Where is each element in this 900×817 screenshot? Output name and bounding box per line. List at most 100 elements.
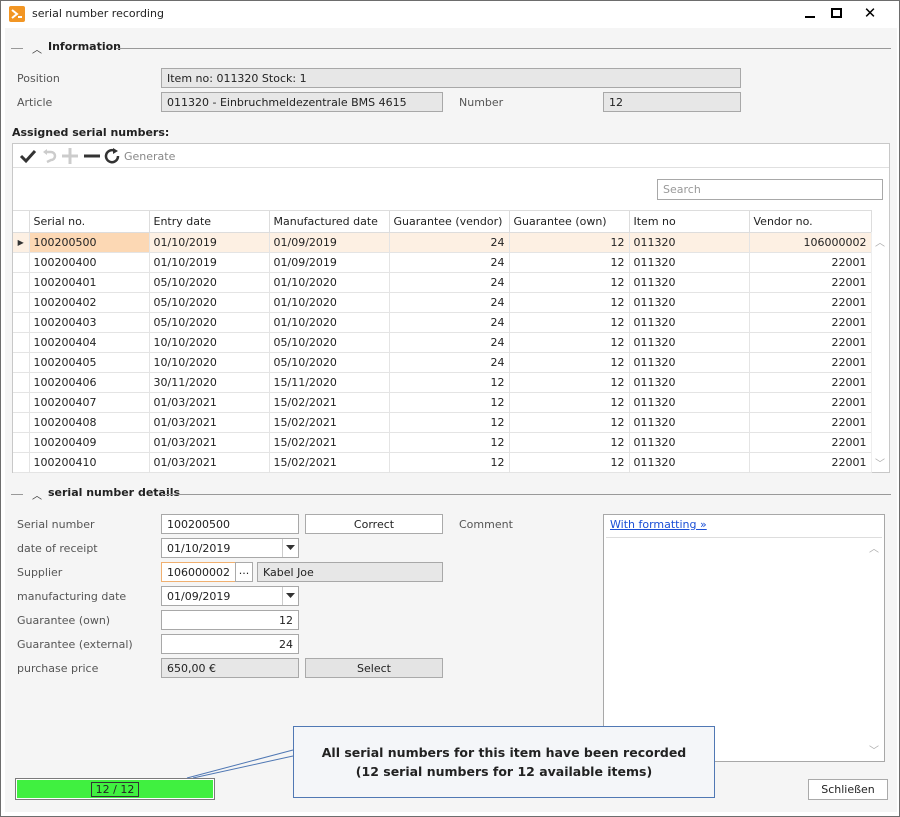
- search-input[interactable]: Search: [657, 179, 883, 200]
- table-cell[interactable]: 22001: [749, 352, 872, 373]
- table-cell[interactable]: 106000002: [749, 232, 872, 253]
- scroll-down-icon[interactable]: ﹀: [869, 742, 879, 757]
- table-row[interactable]: 100200408 01/03/2021 15/02/2021 12 12 011320 2…: [13, 412, 872, 433]
- table-cell[interactable]: 12: [389, 452, 510, 473]
- minimize-button[interactable]: [797, 3, 823, 23]
- table-row[interactable]: 100200405 10/10/2020 05/10/2020 24 12 011320 2…: [13, 352, 872, 373]
- table-cell[interactable]: 22001: [749, 412, 872, 433]
- table-cell[interactable]: 12: [389, 432, 510, 453]
- table-cell[interactable]: 24: [389, 272, 510, 293]
- table-cell[interactable]: 12: [509, 232, 630, 253]
- table-cell[interactable]: 01/10/2020: [269, 272, 390, 293]
- receipt-date-dropdown[interactable]: [282, 539, 298, 557]
- table-cell[interactable]: 100200401: [29, 272, 150, 293]
- table-cell[interactable]: 22001: [749, 432, 872, 453]
- add-button[interactable]: [61, 147, 79, 165]
- table-cell[interactable]: 22001: [749, 372, 872, 393]
- table-cell[interactable]: 01/03/2021: [149, 432, 270, 453]
- table-cell[interactable]: 01/10/2019: [149, 232, 270, 253]
- comment-editor[interactable]: With formatting » ︿ ﹀: [603, 514, 885, 762]
- table-cell[interactable]: 011320: [629, 292, 750, 313]
- column-header[interactable]: Guarantee (own): [509, 210, 630, 233]
- table-cell[interactable]: 12: [509, 412, 630, 433]
- table-cell[interactable]: 01/09/2019: [269, 252, 390, 273]
- table-cell[interactable]: 10/10/2020: [149, 352, 270, 373]
- column-header[interactable]: Entry date: [149, 210, 270, 233]
- table-cell[interactable]: 011320: [629, 432, 750, 453]
- information-section-header[interactable]: ︿ Information: [11, 40, 891, 56]
- table-cell[interactable]: 24: [389, 352, 510, 373]
- table-cell[interactable]: 24: [389, 332, 510, 353]
- table-cell[interactable]: 011320: [629, 352, 750, 373]
- scroll-up-icon[interactable]: ︿: [875, 234, 885, 249]
- serial-number-input[interactable]: 100200500: [161, 514, 299, 534]
- table-cell[interactable]: 011320: [629, 372, 750, 393]
- table-cell[interactable]: 15/02/2021: [269, 412, 390, 433]
- column-header[interactable]: Guarantee (vendor): [389, 210, 510, 233]
- table-row[interactable]: 100200406 30/11/2020 15/11/2020 12 12 011320 2…: [13, 372, 872, 393]
- table-cell[interactable]: 24: [389, 312, 510, 333]
- table-cell[interactable]: 22001: [749, 452, 872, 473]
- table-cell[interactable]: 01/09/2019: [269, 232, 390, 253]
- confirm-button[interactable]: [19, 147, 37, 165]
- table-cell[interactable]: 100200404: [29, 332, 150, 353]
- table-cell[interactable]: 15/11/2020: [269, 372, 390, 393]
- table-cell[interactable]: 100200405: [29, 352, 150, 373]
- table-row[interactable]: 100200409 01/03/2021 15/02/2021 12 12 011320 2…: [13, 432, 872, 453]
- table-cell[interactable]: 01/10/2020: [269, 292, 390, 313]
- table-cell[interactable]: 22001: [749, 272, 872, 293]
- table-cell[interactable]: 01/10/2019: [149, 252, 270, 273]
- table-cell[interactable]: 05/10/2020: [269, 352, 390, 373]
- column-header[interactable]: Item no: [629, 210, 750, 233]
- table-cell[interactable]: 12: [509, 272, 630, 293]
- generate-button[interactable]: Generate: [103, 147, 175, 165]
- table-cell[interactable]: 22001: [749, 292, 872, 313]
- table-cell[interactable]: 22001: [749, 312, 872, 333]
- table-cell[interactable]: 011320: [629, 452, 750, 473]
- guarantee-own-input[interactable]: 12: [161, 610, 299, 630]
- table-cell[interactable]: 100200409: [29, 432, 150, 453]
- select-button[interactable]: Select: [305, 658, 443, 678]
- table-cell[interactable]: 12: [389, 392, 510, 413]
- table-cell[interactable]: 12: [509, 432, 630, 453]
- remove-button[interactable]: [83, 147, 101, 165]
- table-cell[interactable]: 011320: [629, 272, 750, 293]
- table-cell[interactable]: 100200406: [29, 372, 150, 393]
- table-cell[interactable]: 011320: [629, 232, 750, 253]
- table-cell[interactable]: 100200500: [29, 232, 150, 253]
- table-cell[interactable]: 100200403: [29, 312, 150, 333]
- table-cell[interactable]: 12: [509, 372, 630, 393]
- table-cell[interactable]: 01/03/2021: [149, 392, 270, 413]
- table-cell[interactable]: 011320: [629, 252, 750, 273]
- close-window-button[interactable]: ✕: [857, 3, 883, 23]
- table-cell[interactable]: 12: [509, 252, 630, 273]
- table-row[interactable]: ▶ 100200500 01/10/2019 01/09/2019 24 12 011320…: [13, 232, 872, 253]
- table-cell[interactable]: 100200400: [29, 252, 150, 273]
- column-header[interactable]: Vendor no.: [749, 210, 872, 233]
- table-cell[interactable]: 24: [389, 252, 510, 273]
- scroll-up-icon[interactable]: ︿: [869, 540, 879, 555]
- table-cell[interactable]: 22001: [749, 392, 872, 413]
- table-cell[interactable]: 011320: [629, 412, 750, 433]
- table-row[interactable]: 100200401 05/10/2020 01/10/2020 24 12 011320 2…: [13, 272, 872, 293]
- table-cell[interactable]: 011320: [629, 392, 750, 413]
- correct-button[interactable]: Correct: [305, 514, 443, 534]
- table-cell[interactable]: 15/02/2021: [269, 432, 390, 453]
- table-cell[interactable]: 100200408: [29, 412, 150, 433]
- table-cell[interactable]: 24: [389, 232, 510, 253]
- table-cell[interactable]: 22001: [749, 332, 872, 353]
- table-cell[interactable]: 100200402: [29, 292, 150, 313]
- column-header[interactable]: Manufactured date: [269, 210, 390, 233]
- table-cell[interactable]: 12: [509, 452, 630, 473]
- table-row[interactable]: 100200407 01/03/2021 15/02/2021 12 12 011320 2…: [13, 392, 872, 413]
- table-cell[interactable]: 05/10/2020: [149, 272, 270, 293]
- table-cell[interactable]: 011320: [629, 332, 750, 353]
- table-cell[interactable]: 22001: [749, 252, 872, 273]
- table-row[interactable]: 100200400 01/10/2019 01/09/2019 24 12 011320 2…: [13, 252, 872, 273]
- table-row[interactable]: 100200402 05/10/2020 01/10/2020 24 12 011320 2…: [13, 292, 872, 313]
- table-cell[interactable]: 05/10/2020: [269, 332, 390, 353]
- table-cell[interactable]: 15/02/2021: [269, 452, 390, 473]
- table-cell[interactable]: 12: [389, 412, 510, 433]
- table-cell[interactable]: 05/10/2020: [149, 292, 270, 313]
- supplier-input[interactable]: 106000002: [161, 562, 237, 582]
